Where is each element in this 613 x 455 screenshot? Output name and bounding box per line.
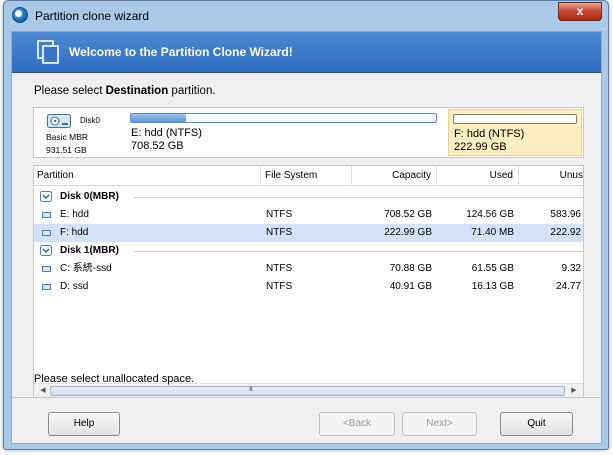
clone-pages-icon (37, 40, 59, 64)
cell-used: 71.40 MB (471, 227, 514, 238)
scroll-grip-icon: III (249, 386, 253, 393)
column-header-file-system[interactable]: File System (261, 166, 352, 186)
cell-used: 61.55 GB (471, 263, 514, 274)
column-header-capacity[interactable]: Capacity (352, 166, 437, 186)
hard-disk-icon (47, 114, 71, 128)
partition-e-label: E: hdd (NTFS) (131, 127, 202, 139)
cell-capacity: 70.88 GB (389, 263, 432, 274)
cell-file-system: NTFS (266, 209, 293, 220)
instruction-text: Please select Destination partition. (34, 85, 216, 97)
disk-map: Disk0 Basic MBR 931.51 GB E: hdd (NTFS) … (33, 107, 584, 158)
group-label-disk1: Disk 1(MBR) (60, 245, 119, 256)
group-label-disk0: Disk 0(MBR) (60, 191, 119, 202)
table-header: Partition File System Capacity Used Unus (34, 166, 583, 186)
cell-unused: 24.77 (555, 281, 581, 292)
cell-used: 16.13 GB (471, 281, 514, 292)
table-row-selected[interactable]: F: hdd NTFS 222.99 GB 71.40 MB 222.92 (34, 224, 583, 242)
column-header-used[interactable]: Used (437, 166, 519, 186)
wizard-banner: Welcome to the Partition Clone Wizard! (12, 32, 601, 73)
cell-capacity: 40.91 GB (389, 281, 432, 292)
app-logo-icon (12, 7, 28, 23)
column-header-unused[interactable]: Unus (519, 166, 583, 186)
cell-file-system: NTFS (266, 281, 293, 292)
scroll-left-arrow-icon[interactable]: ◀ (38, 386, 48, 396)
scrollbar-thumb[interactable]: III (50, 386, 565, 396)
table-row[interactable]: E: hdd NTFS 708.52 GB 124.56 GB 583.96 (34, 206, 583, 224)
group-divider (134, 251, 583, 252)
cell-unused: 583.96 (550, 209, 581, 220)
table-row[interactable]: C: 系統-ssd NTFS 70.88 GB 61.55 GB 9.32 (34, 260, 583, 278)
cell-used: 124.56 GB (466, 209, 514, 220)
quit-button[interactable]: Quit (500, 412, 573, 436)
instruction-suffix: partition. (168, 85, 216, 97)
disk-size: 931.51 GB (46, 145, 87, 155)
partition-icon (42, 266, 51, 272)
partition-e-size: 708.52 GB (131, 140, 184, 152)
cell-file-system: NTFS (266, 263, 293, 274)
table-row[interactable]: D: ssd NTFS 40.91 GB 16.13 GB 24.77 (34, 278, 583, 296)
cell-unused: 222.92 (550, 227, 581, 238)
partition-clone-wizard-window: Partition clone wizard x Welcome to the … (3, 0, 609, 450)
partition-icon (42, 284, 51, 290)
column-header-partition[interactable]: Partition (34, 166, 261, 186)
window-title: Partition clone wizard (35, 9, 150, 23)
partition-e-usage-fill (131, 114, 186, 122)
partition-f-label: F: hdd (NTFS) (454, 128, 525, 140)
next-button[interactable]: Next> (402, 412, 477, 436)
cell-partition: D: ssd (60, 281, 89, 292)
cell-unused: 9.32 (561, 263, 581, 274)
cell-capacity: 708.52 GB (384, 209, 432, 220)
partition-f-size: 222.99 GB (454, 141, 507, 153)
banner-title: Welcome to the Partition Clone Wizard! (69, 45, 293, 59)
partition-table: Partition File System Capacity Used Unus… (33, 165, 584, 398)
partition-icon (42, 212, 51, 218)
footer-divider (12, 397, 601, 398)
cell-file-system: NTFS (266, 227, 293, 238)
instruction-emphasis: Destination (105, 85, 169, 97)
cell-partition: E: hdd (60, 209, 89, 220)
collapse-group-icon[interactable] (40, 191, 52, 202)
scroll-right-arrow-icon[interactable]: ▶ (569, 386, 579, 396)
disk-map-partition-f-selected[interactable]: F: hdd (NTFS) 222.99 GB (448, 109, 582, 156)
instruction-prefix: Please select (34, 85, 106, 97)
disk-name: Disk0 (80, 116, 101, 125)
collapse-group-icon[interactable] (40, 245, 52, 256)
disk-map-partition-e[interactable]: E: hdd (NTFS) 708.52 GB (126, 109, 439, 156)
cell-partition: C: 系統-ssd (60, 263, 112, 274)
group-row-disk1[interactable]: Disk 1(MBR) (34, 242, 583, 260)
back-button[interactable]: <Back (319, 412, 395, 436)
group-divider (134, 197, 583, 198)
group-row-disk0[interactable]: Disk 0(MBR) (34, 188, 583, 206)
wizard-client-area: Welcome to the Partition Clone Wizard! P… (11, 31, 602, 444)
status-text: Please select unallocated space. (34, 373, 195, 385)
partition-e-usage-bar (130, 113, 437, 123)
cell-capacity: 222.99 GB (384, 227, 432, 238)
partition-f-usage-bar (453, 114, 577, 124)
cell-partition: F: hdd (60, 227, 89, 238)
title-bar[interactable]: Partition clone wizard x (4, 1, 608, 31)
partition-icon (42, 230, 51, 236)
help-button[interactable]: Help (48, 412, 120, 436)
disk-type: Basic MBR (46, 132, 89, 142)
close-button[interactable]: x (558, 2, 602, 21)
horizontal-scrollbar[interactable]: ◀ III ▶ (34, 383, 583, 397)
